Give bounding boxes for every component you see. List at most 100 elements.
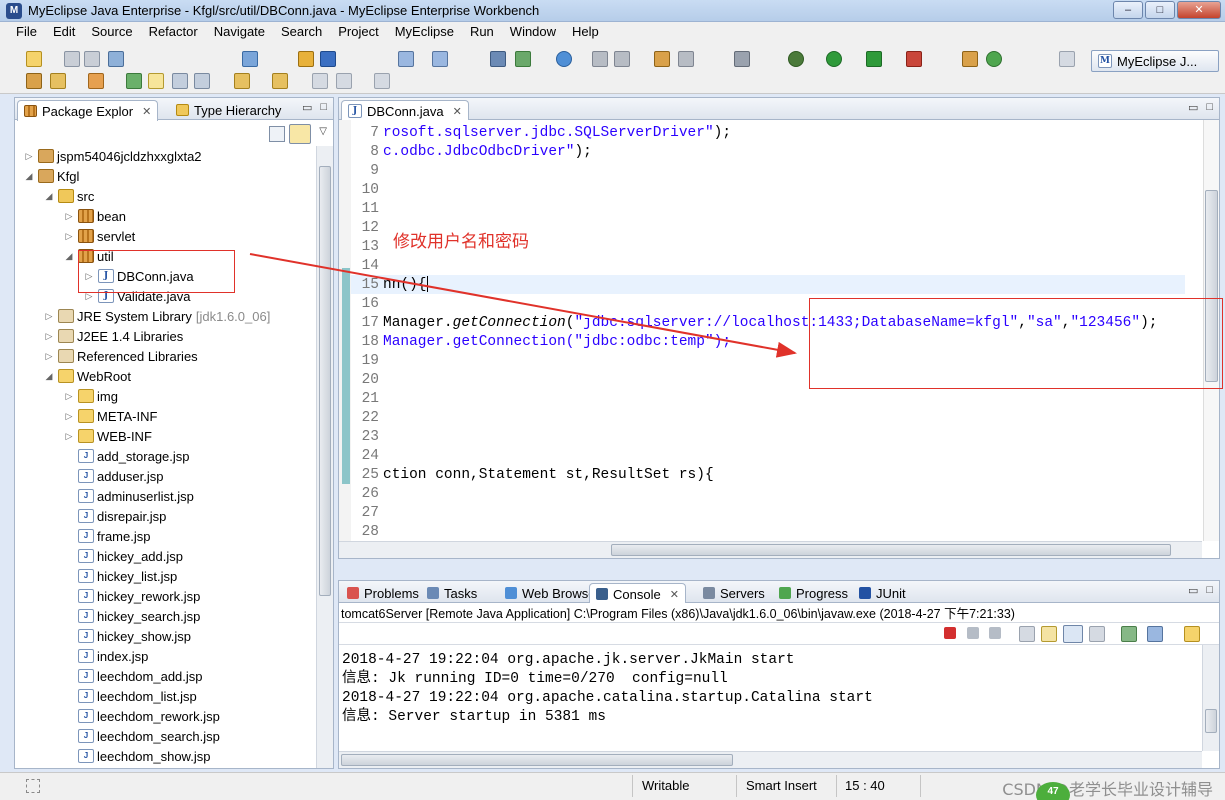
fast-view-icon[interactable] xyxy=(26,779,40,793)
tab-package-explorer[interactable]: Package Explor ✕ xyxy=(17,100,159,121)
web-icon[interactable] xyxy=(654,51,670,67)
code-line[interactable]: 28 xyxy=(351,522,1185,541)
tab-servers[interactable]: Servers xyxy=(697,583,771,603)
deploy-icon[interactable] xyxy=(398,51,414,67)
code-line[interactable]: 10 xyxy=(351,180,1185,199)
prev-annotation-icon[interactable] xyxy=(272,73,288,89)
camera-icon[interactable] xyxy=(734,51,750,67)
remove-launch-icon[interactable] xyxy=(967,627,979,639)
last-edit-icon[interactable] xyxy=(312,73,328,89)
menu-navigate[interactable]: Navigate xyxy=(206,22,273,42)
monitor-icon[interactable] xyxy=(678,51,694,67)
maximize-view-icon[interactable]: □ xyxy=(1206,584,1213,597)
display-console-icon[interactable] xyxy=(1147,626,1163,642)
menu-search[interactable]: Search xyxy=(273,22,330,42)
back-icon[interactable] xyxy=(336,73,352,89)
code-line[interactable]: 22 xyxy=(351,408,1185,427)
tree-item[interactable]: Jleechdom_rework.jsp xyxy=(63,706,220,726)
tab-type-hierarchy[interactable]: Type Hierarchy xyxy=(170,100,287,120)
minimize-view-icon[interactable]: ▭ xyxy=(1188,584,1198,597)
code-line[interactable]: 25 ction conn,Statement st,ResultSet rs){ xyxy=(351,465,1185,484)
open-resource-icon[interactable] xyxy=(320,51,336,67)
perspective-button[interactable]: M MyEclipse J... xyxy=(1091,50,1219,72)
terminate-icon[interactable] xyxy=(944,627,956,639)
expand-arrow-icon[interactable]: ▷ xyxy=(43,311,55,322)
menu-refactor[interactable]: Refactor xyxy=(141,22,206,42)
new-console-icon[interactable] xyxy=(1184,626,1200,642)
collapse-arrow-icon[interactable]: ◢ xyxy=(63,251,75,262)
code-line[interactable]: 9 xyxy=(351,161,1185,180)
tree-item[interactable]: Jleechdom_search.jsp xyxy=(63,726,220,746)
external-tools-icon[interactable] xyxy=(906,51,922,67)
tree-item[interactable]: ▷ servlet xyxy=(63,226,136,246)
tab-problems[interactable]: Problems xyxy=(341,583,425,603)
wizard-icon[interactable] xyxy=(432,51,448,67)
remove-all-icon[interactable] xyxy=(989,627,1001,639)
menu-edit[interactable]: Edit xyxy=(45,22,83,42)
tools-icon[interactable] xyxy=(88,73,104,89)
expand-arrow-icon[interactable]: ▷ xyxy=(63,211,75,222)
mark-occurrences-icon[interactable] xyxy=(126,73,142,89)
console-hscrollbar[interactable] xyxy=(339,751,1202,768)
code-line[interactable]: 11 xyxy=(351,199,1185,218)
tree-item[interactable]: ▷ jspm54046jcldzhxxglxta2 xyxy=(23,146,202,166)
minimize-view-icon[interactable]: ▭ xyxy=(302,101,312,114)
pen-icon[interactable] xyxy=(50,73,66,89)
menu-file[interactable]: File xyxy=(8,22,45,42)
code-line[interactable]: 24 xyxy=(351,446,1185,465)
expand-arrow-icon[interactable]: ▷ xyxy=(63,391,75,402)
tab-console[interactable]: Console ✕ xyxy=(589,583,686,604)
run-profile-icon[interactable] xyxy=(866,51,882,67)
tab-dbconn-java[interactable]: J DBConn.java ✕ xyxy=(341,100,469,121)
expand-arrow-icon[interactable]: ▷ xyxy=(43,331,55,342)
maximize-view-icon[interactable]: □ xyxy=(1206,101,1213,114)
tree-item[interactable]: Jindex.jsp xyxy=(63,646,148,666)
collapse-arrow-icon[interactable]: ◢ xyxy=(43,371,55,382)
save-all-icon[interactable] xyxy=(84,51,100,67)
code-line[interactable]: 26 xyxy=(351,484,1185,503)
code-line[interactable]: 15 nn(){ xyxy=(351,275,1185,294)
explorer-scroll-thumb[interactable] xyxy=(319,166,331,596)
tree-item[interactable]: Jadduser.jsp xyxy=(63,466,164,486)
close-icon[interactable]: ✕ xyxy=(453,105,462,118)
show-whitespace-icon[interactable] xyxy=(194,73,210,89)
editor-hscroll-thumb[interactable] xyxy=(611,544,1171,556)
run-server-icon[interactable] xyxy=(515,51,531,67)
tab-junit[interactable]: JUnit xyxy=(853,583,912,603)
refresh-icon[interactable] xyxy=(986,51,1002,67)
menu-window[interactable]: Window xyxy=(502,22,564,42)
console-output[interactable]: 2018-4-27 19:22:04 org.apache.jk.server.… xyxy=(339,645,1201,751)
clear-console-icon[interactable] xyxy=(1019,626,1035,642)
code-line[interactable]: 14 xyxy=(351,256,1185,275)
next-annotation-icon[interactable] xyxy=(234,73,250,89)
debug-icon[interactable] xyxy=(788,51,804,67)
editor-hscrollbar[interactable] xyxy=(339,541,1202,558)
tree-item[interactable]: Jhickey_list.jsp xyxy=(63,566,177,586)
tree-item[interactable]: Jdisrepair.jsp xyxy=(63,506,166,526)
tree-item[interactable]: Jhickey_show.jsp xyxy=(63,626,191,646)
tree-item[interactable]: ◢ WebRoot xyxy=(43,366,131,386)
tree-item[interactable]: ◢ Kfgl xyxy=(23,166,80,186)
tree-item[interactable]: ▷ META-INF xyxy=(63,406,158,426)
menu-help[interactable]: Help xyxy=(564,22,607,42)
highlight-icon[interactable] xyxy=(148,73,164,89)
close-icon[interactable]: ✕ xyxy=(142,105,151,118)
minimize-button[interactable]: – xyxy=(1113,1,1143,19)
tree-item[interactable]: Jhickey_rework.jsp xyxy=(63,586,200,606)
minimize-view-icon[interactable]: ▭ xyxy=(1188,101,1198,114)
search-icon[interactable] xyxy=(242,51,258,67)
db-browser-icon[interactable] xyxy=(614,51,630,67)
run-icon[interactable] xyxy=(826,51,842,67)
tree-item[interactable]: Jadminuserlist.jsp xyxy=(63,486,194,506)
db-icon[interactable] xyxy=(592,51,608,67)
menu-project[interactable]: Project xyxy=(330,22,386,42)
tab-tasks[interactable]: Tasks xyxy=(421,583,483,603)
forward-icon[interactable] xyxy=(374,73,390,89)
expand-arrow-icon[interactable]: ▷ xyxy=(43,351,55,362)
explorer-scrollbar[interactable] xyxy=(316,146,333,768)
tab-progress[interactable]: Progress xyxy=(773,583,854,603)
tree-item[interactable]: Jhickey_search.jsp xyxy=(63,606,200,626)
tree-item[interactable]: ▷ img xyxy=(63,386,118,406)
tree-item[interactable]: Jframe.jsp xyxy=(63,526,150,546)
open-type-icon[interactable] xyxy=(298,51,314,67)
